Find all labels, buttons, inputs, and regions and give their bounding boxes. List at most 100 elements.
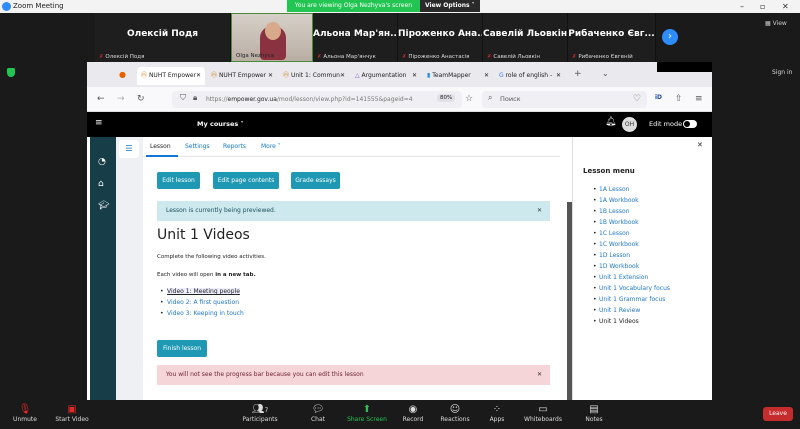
participant-tile[interactable]: Савелій Льовкін ✗ Савелій Льовкін [483, 13, 568, 62]
participant-tile[interactable]: Піроженко Ана... ✗ Піроженко Анастасія [398, 13, 483, 62]
sign-in-link[interactable]: Sign in [772, 69, 792, 76]
browser-tab[interactable]: G role of english - ✕ [495, 67, 565, 85]
browser-tab-bar: ● ⓜ NUHT Empower ✕ ⓜ NUHT Empower ✕ ⓜ Unit… [87, 62, 712, 87]
close-panel-icon[interactable]: ✕ [697, 141, 703, 149]
tab-more[interactable]: More ˅ [261, 143, 281, 150]
reload-icon[interactable]: ↻ [137, 94, 145, 104]
new-tab-icon[interactable]: + [574, 69, 582, 79]
maximize-button[interactable]: ▫ [760, 2, 765, 11]
lesson-menu-item[interactable]: 1C Lesson [593, 230, 629, 237]
close-alert-icon[interactable]: ✕ [537, 201, 542, 221]
lesson-menu-item[interactable]: Unit 1 Extension [593, 274, 648, 281]
close-tab-icon[interactable]: ✕ [340, 67, 345, 85]
security-shield-icon[interactable] [7, 68, 15, 77]
url-bar[interactable]: https://empower.gov.ua/mod/lesson/view.p… [172, 91, 462, 108]
start-video-button[interactable]: ▣ Start Video [47, 403, 97, 423]
moodle-icon: ⓜ [283, 72, 290, 79]
search-input[interactable]: Поиск [482, 91, 647, 108]
close-tab-icon[interactable]: ✕ [268, 67, 273, 85]
apps-button[interactable]: ⁘ Apps [472, 403, 522, 423]
tab-lesson[interactable]: Lesson [150, 143, 171, 150]
notes-button[interactable]: ▤ Notes [569, 403, 619, 423]
back-icon[interactable]: ← [97, 94, 105, 104]
edit-mode-toggle[interactable] [683, 120, 697, 128]
grade-essays-button[interactable]: Grade essays [291, 172, 340, 189]
lesson-menu-item[interactable]: 1B Lesson [593, 208, 629, 215]
moodle-header: ≡ My courses ˅ 🔔︎ OH Edit mode [87, 112, 712, 137]
toggle-knob [684, 121, 690, 127]
courses-icon[interactable]: 🎓︎ [98, 201, 109, 211]
view-button[interactable]: ▦ View [765, 20, 787, 27]
zoom-overlay [657, 62, 712, 72]
lesson-menu-item[interactable]: 1D Lesson [593, 252, 630, 259]
finish-lesson-button[interactable]: Finish lesson [157, 340, 207, 357]
browser-tab[interactable]: ▮ TeamMapper ✕ [423, 67, 493, 85]
secondary-nav: Lesson Settings Reports More ˅ [143, 137, 560, 157]
tab-title: Unit 1: Commun [290, 72, 340, 79]
my-courses-menu[interactable]: My courses ˅ [197, 120, 244, 128]
video-link[interactable]: Video 1: Meeting people [160, 288, 240, 295]
participant-label: Рибаченко Євгеній [578, 54, 633, 60]
lesson-menu-item[interactable]: 1D Workbook [593, 263, 639, 270]
notifications-bell-icon[interactable]: 🔔︎ [605, 117, 616, 127]
lesson-menu-item[interactable]: 1C Workbook [593, 241, 639, 248]
participant-tile[interactable]: Альона Мар'ян... ✗ Альона Мар'янчук [313, 13, 398, 62]
forward-icon[interactable]: → [117, 94, 125, 104]
unmute-button[interactable]: 🎙︎ Unmute [0, 403, 50, 423]
video-link[interactable]: Video 3: Keeping in touch [160, 310, 244, 317]
close-tab-icon[interactable]: ✕ [196, 67, 201, 85]
lesson-menu-item[interactable]: Unit 1 Grammar focus [593, 296, 665, 303]
next-participants-button[interactable]: › [662, 29, 678, 45]
lesson-menu-item[interactable]: Unit 1 Vocabulary focus [593, 285, 670, 292]
menu-icon[interactable]: ≡ [695, 94, 703, 104]
chat-button[interactable]: 💬︎ Chat [293, 403, 343, 423]
home-icon[interactable]: ⌂ [98, 179, 104, 189]
view-options-button[interactable]: View Options ˅ [420, 0, 480, 12]
participant-tile[interactable]: Олексій Подя ✗ Олексій Подя [95, 13, 231, 62]
whiteboards-button[interactable]: ▭ Whiteboards [518, 403, 568, 423]
notes-icon: ▤ [589, 404, 599, 415]
participant-tile[interactable]: Рибаченко Євг... ✗ Рибаченко Євгеній [568, 13, 656, 62]
close-tab-icon[interactable]: ✕ [412, 67, 417, 85]
close-tab-icon[interactable]: ✕ [556, 67, 561, 85]
participant-video-tile[interactable]: Olga Nezhyva [231, 13, 313, 62]
close-button[interactable]: ✕ [782, 2, 789, 11]
minimize-button[interactable]: – [740, 2, 744, 11]
tab-settings[interactable]: Settings [185, 143, 210, 150]
close-alert-icon[interactable]: ✕ [537, 365, 542, 385]
zoom-level[interactable]: 80% [437, 94, 456, 102]
preview-alert-text: Lesson is currently being previewed. [166, 207, 276, 214]
tab-more-label: More [261, 143, 276, 150]
share-screen-button[interactable]: ⬆ Share Screen [342, 403, 392, 423]
browser-tab[interactable]: ⓜ NUHT Empower ✕ [137, 67, 205, 85]
tab-reports[interactable]: Reports [223, 143, 246, 150]
lesson-menu-item[interactable]: 1A Workbook [593, 197, 639, 204]
browser-tab[interactable]: △ Argumentation ✕ [351, 67, 421, 85]
avatar[interactable]: OH [622, 117, 637, 132]
edit-page-contents-button[interactable]: Edit page contents [213, 172, 279, 189]
course-index-toggle-icon[interactable]: ☰ [119, 140, 139, 158]
lesson-menu-item[interactable]: Unit 1 Review [593, 307, 640, 314]
record-label: Record [402, 416, 424, 423]
teammapper-icon: ▮ [427, 72, 431, 79]
drawer-toggle-icon[interactable]: ≡ [95, 118, 103, 128]
lesson-menu-panel: ✕ Lesson menu 1A Lesson 1A Workbook 1B L… [572, 137, 712, 400]
moodle-icon: ⓜ [211, 72, 218, 79]
share-icon[interactable]: ⇧ [675, 94, 683, 104]
browser-tab[interactable]: ⓜ NUHT Empower ✕ [207, 67, 277, 85]
extension-icon[interactable]: iD [655, 94, 662, 101]
browser-tab[interactable]: ⓜ Unit 1: Commun ✕ [279, 67, 349, 85]
close-tab-icon[interactable]: ✕ [484, 67, 489, 85]
pocket-icon[interactable]: ♡ [633, 94, 641, 104]
lock-icon: 🔒︎ [193, 93, 198, 102]
video-link[interactable]: Video 2: A first question [160, 299, 239, 306]
dashboard-icon[interactable]: ◔ [98, 157, 106, 167]
leave-button[interactable]: Leave [763, 407, 793, 421]
edit-lesson-button[interactable]: Edit lesson [157, 172, 200, 189]
lesson-menu-item[interactable]: 1B Workbook [593, 219, 639, 226]
page-title: Unit 1 Videos [157, 227, 250, 243]
lesson-menu-item[interactable]: 1A Lesson [593, 186, 630, 193]
tab-list-icon[interactable]: ⌄ [602, 69, 609, 78]
participants-button[interactable]: 👥︎7 Participants [235, 403, 285, 423]
bookmark-star-icon[interactable]: ☆ [465, 94, 473, 104]
